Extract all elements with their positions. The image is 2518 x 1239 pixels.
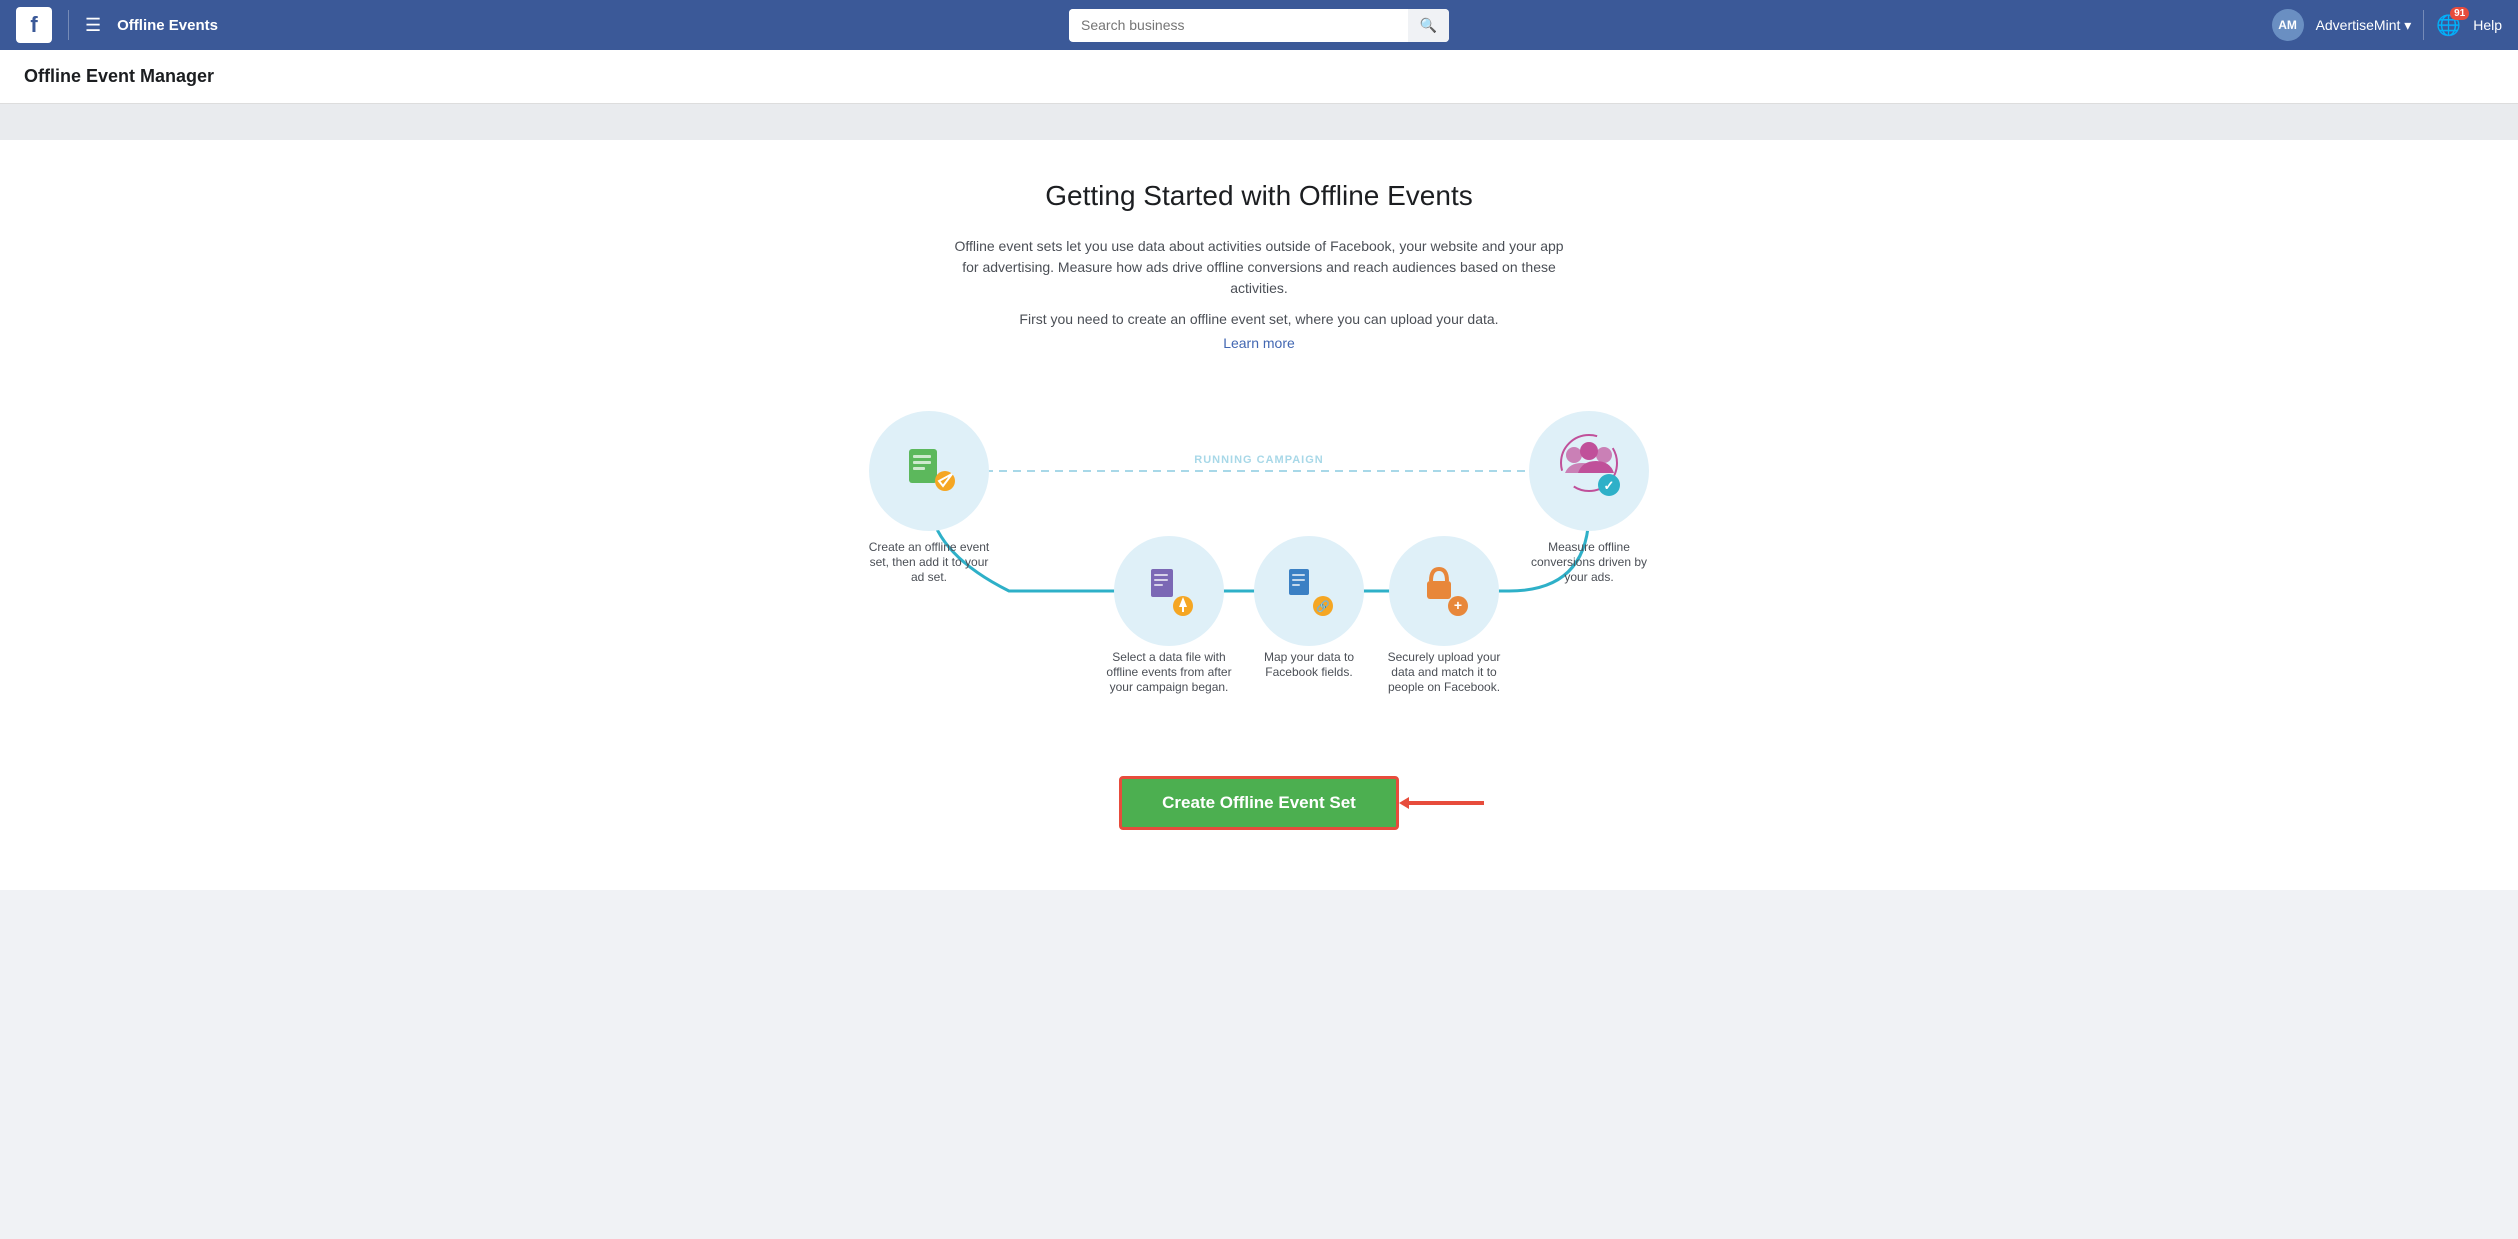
search-input[interactable] — [1069, 9, 1408, 41]
help-link[interactable]: Help — [2473, 17, 2502, 33]
search-button[interactable]: 🔍 — [1408, 9, 1449, 42]
header-divider-2 — [2423, 10, 2424, 40]
arrow-annotation — [1399, 783, 1489, 823]
header-title: Offline Events — [117, 17, 218, 34]
svg-text:+: + — [1454, 597, 1462, 613]
svg-text:your campaign began.: your campaign began. — [1110, 680, 1229, 694]
notifications-globe[interactable]: 🌐 91 — [2436, 13, 2461, 38]
create-button-wrapper: Create Offline Event Set — [1119, 776, 1399, 830]
svg-text:Map your data to: Map your data to — [1264, 650, 1354, 664]
app-header: f ☰ Offline Events 🔍 AM AdvertiseMint ▾ … — [0, 0, 2518, 50]
diagram-container: RUNNING CAMPAIGN Create an off — [809, 391, 1709, 736]
svg-text:ad set.: ad set. — [911, 570, 947, 584]
main-content: Getting Started with Offline Events Offl… — [0, 140, 2518, 890]
diagram-svg: RUNNING CAMPAIGN Create an off — [809, 391, 1709, 731]
svg-text:🔗: 🔗 — [1316, 599, 1330, 613]
account-avatar: AM — [2272, 9, 2304, 41]
facebook-logo: f — [16, 7, 52, 43]
notification-badge: 91 — [2450, 7, 2469, 20]
svg-text:Measure offline: Measure offline — [1548, 540, 1630, 554]
main-description-1: Offline event sets let you use data abou… — [949, 236, 1569, 299]
menu-icon[interactable]: ☰ — [85, 15, 101, 36]
account-name[interactable]: AdvertiseMint ▾ — [2316, 17, 2412, 34]
svg-text:Create an offline event: Create an offline event — [869, 540, 990, 554]
svg-text:people on Facebook.: people on Facebook. — [1388, 680, 1500, 694]
header-right: AM AdvertiseMint ▾ 🌐 91 Help — [2272, 9, 2502, 41]
svg-text:offline events from after: offline events from after — [1106, 665, 1231, 679]
subheader: Offline Event Manager — [0, 50, 2518, 104]
red-arrow-icon — [1399, 783, 1489, 823]
svg-text:Securely upload your: Securely upload your — [1388, 650, 1501, 664]
search-bar: 🔍 — [1069, 9, 1449, 42]
svg-text:conversions driven by: conversions driven by — [1531, 555, 1647, 569]
main-description-2: First you need to create an offline even… — [20, 311, 2498, 327]
svg-text:Facebook fields.: Facebook fields. — [1265, 665, 1352, 679]
create-offline-event-set-button[interactable]: Create Offline Event Set — [1119, 776, 1399, 830]
page-title: Offline Event Manager — [24, 66, 2494, 87]
running-campaign-label: RUNNING CAMPAIGN — [1194, 454, 1323, 466]
main-heading: Getting Started with Offline Events — [20, 180, 2498, 212]
header-divider-1 — [68, 10, 69, 40]
svg-text:your ads.: your ads. — [1564, 570, 1613, 584]
learn-more-link[interactable]: Learn more — [1223, 335, 1295, 351]
svg-text:Select a data file with: Select a data file with — [1112, 650, 1225, 664]
svg-text:✓: ✓ — [1604, 478, 1615, 493]
svg-text:set, then add it to your: set, then add it to your — [870, 555, 989, 569]
svg-text:data and match it to: data and match it to — [1391, 665, 1497, 679]
toolbar-bar — [0, 104, 2518, 140]
